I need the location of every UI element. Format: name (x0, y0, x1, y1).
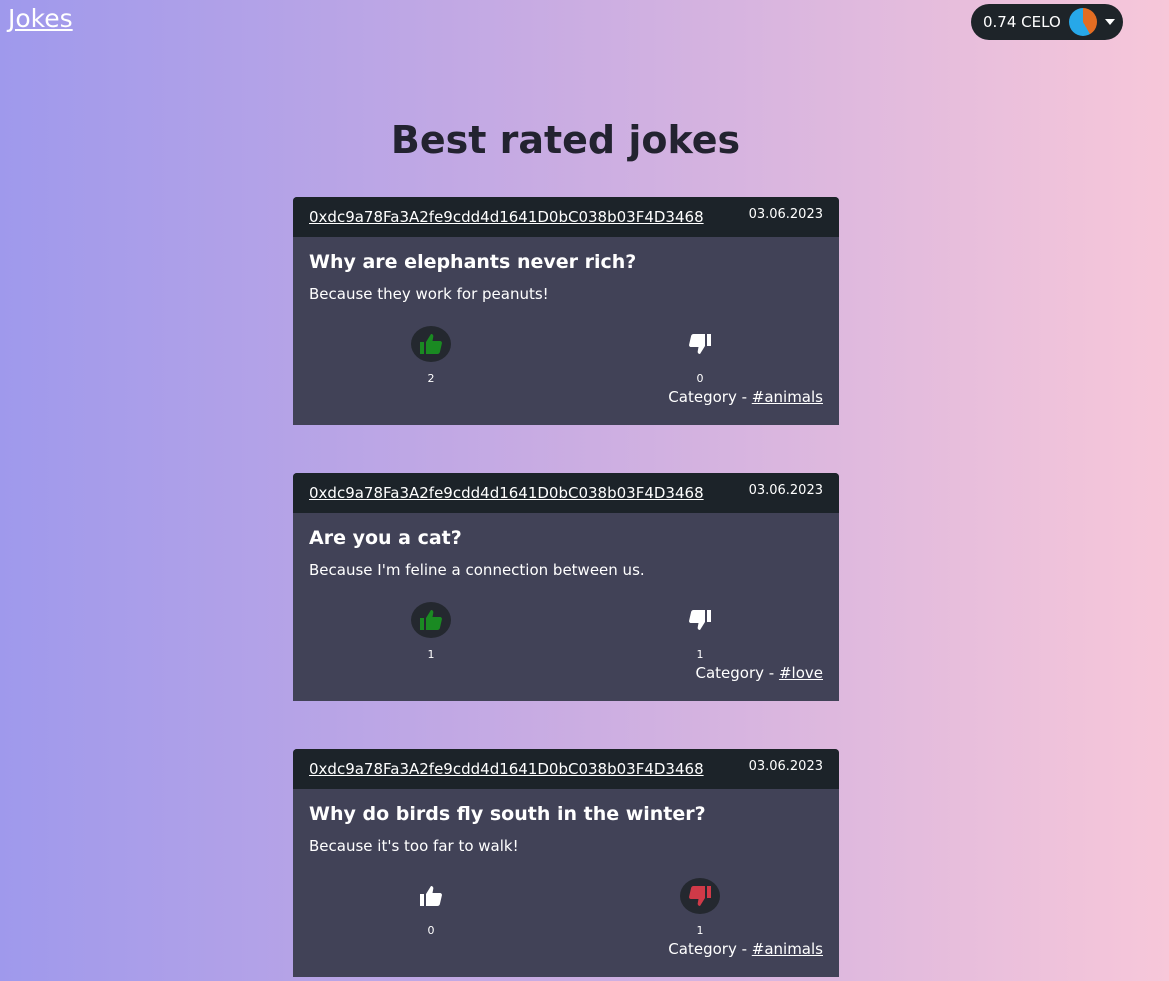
author-address-link[interactable]: 0xdc9a78Fa3A2fe9cdd4d1641D0bC038b03F4D34… (309, 760, 704, 778)
joke-category: Category - #animals (668, 940, 823, 958)
category-label: Category - (668, 388, 752, 406)
like-count: 2 (427, 372, 435, 385)
like-button[interactable] (411, 326, 451, 362)
dislike-count: 1 (696, 924, 704, 937)
joke-card-header: 0xdc9a78Fa3A2fe9cdd4d1641D0bC038b03F4D34… (293, 473, 839, 513)
like-button[interactable] (411, 602, 451, 638)
dislike-vote: 1 (679, 878, 721, 937)
joke-title: Why are elephants never rich? (309, 251, 637, 273)
thumbs-down-icon (689, 610, 711, 630)
joke-title: Are you a cat? (309, 527, 462, 549)
chevron-down-icon (1104, 19, 1115, 25)
thumbs-up-icon (420, 610, 442, 630)
like-vote: 1 (410, 602, 452, 661)
joke-date: 03.06.2023 (748, 482, 823, 498)
like-button[interactable] (411, 878, 451, 914)
joke-text: Because I'm feline a connection between … (309, 561, 645, 579)
dislike-vote: 0 (679, 326, 721, 385)
dislike-button[interactable] (680, 878, 720, 914)
joke-card: 0xdc9a78Fa3A2fe9cdd4d1641D0bC038b03F4D34… (293, 749, 839, 977)
dislike-count: 0 (696, 372, 704, 385)
dislike-button[interactable] (680, 326, 720, 362)
joke-card-header: 0xdc9a78Fa3A2fe9cdd4d1641D0bC038b03F4D34… (293, 749, 839, 789)
joke-category: Category - #animals (668, 388, 823, 406)
thumbs-down-icon (689, 886, 711, 906)
brand-link[interactable]: Jokes (8, 4, 73, 33)
dislike-button[interactable] (680, 602, 720, 638)
joke-category: Category - #love (696, 664, 824, 682)
joke-card-header: 0xdc9a78Fa3A2fe9cdd4d1641D0bC038b03F4D34… (293, 197, 839, 237)
author-address-link[interactable]: 0xdc9a78Fa3A2fe9cdd4d1641D0bC038b03F4D34… (309, 208, 704, 226)
wallet-balance: 0.74 CELO (983, 13, 1061, 31)
category-label: Category - (668, 940, 752, 958)
category-tag-link[interactable]: #animals (752, 940, 823, 958)
thumbs-down-icon (689, 334, 711, 354)
wallet-avatar (1068, 8, 1097, 36)
wallet-button[interactable]: 0.74 CELO (971, 4, 1123, 40)
joke-card: 0xdc9a78Fa3A2fe9cdd4d1641D0bC038b03F4D34… (293, 473, 839, 701)
thumbs-up-icon (420, 334, 442, 354)
joke-text: Because they work for peanuts! (309, 285, 549, 303)
joke-date: 03.06.2023 (748, 206, 823, 222)
thumbs-up-icon (420, 886, 442, 906)
dislike-vote: 1 (679, 602, 721, 661)
joke-date: 03.06.2023 (748, 758, 823, 774)
like-count: 0 (427, 924, 435, 937)
category-tag-link[interactable]: #animals (752, 388, 823, 406)
category-tag-link[interactable]: #love (779, 664, 823, 682)
joke-title: Why do birds fly south in the winter? (309, 803, 706, 825)
like-vote: 0 (410, 878, 452, 937)
page-title: Best rated jokes (390, 118, 741, 162)
like-count: 1 (427, 648, 435, 661)
category-label: Category - (695, 664, 779, 682)
joke-text: Because it's too far to walk! (309, 837, 519, 855)
dislike-count: 1 (696, 648, 704, 661)
author-address-link[interactable]: 0xdc9a78Fa3A2fe9cdd4d1641D0bC038b03F4D34… (309, 484, 704, 502)
like-vote: 2 (410, 326, 452, 385)
joke-card: 0xdc9a78Fa3A2fe9cdd4d1641D0bC038b03F4D34… (293, 197, 839, 425)
